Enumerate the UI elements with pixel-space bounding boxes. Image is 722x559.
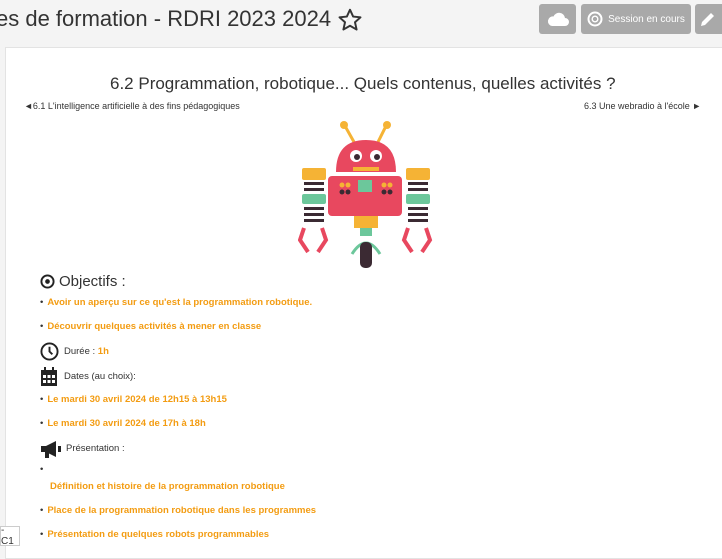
objectif-text: Avoir un aperçu sur ce qu'est la program… (47, 297, 313, 308)
cloud-icon (547, 12, 569, 26)
objectifs-heading-label: Objectifs : (59, 273, 126, 290)
empty-bullet: • (40, 464, 44, 475)
presentation-item: Définition et histoire de la programmati… (50, 481, 285, 492)
robot-illustration (298, 121, 433, 268)
edit-button[interactable] (695, 4, 722, 34)
course-title: es de formation - RDRI 2023 2024 (0, 6, 332, 31)
pencil-icon (701, 13, 714, 26)
corner-tab[interactable]: -C1 (0, 525, 20, 547)
prev-page-link[interactable]: ◄6.1 L'intelligence artificielle à des f… (24, 101, 240, 111)
target-icon (40, 274, 55, 289)
session-label: Session en cours (608, 13, 685, 25)
next-page-link[interactable]: 6.3 Une webradio à l'école ► (584, 101, 701, 111)
session-button[interactable]: Session en cours (581, 4, 691, 34)
objectifs-heading: Objectifs : (40, 273, 126, 290)
date-text: Le mardi 30 avril 2024 de 17h à 18h (47, 418, 206, 429)
date-text: Le mardi 30 avril 2024 de 12h15 à 13h15 (47, 394, 227, 405)
date-item: • Le mardi 30 avril 2024 de 12h15 à 13h15 (40, 394, 227, 405)
presentation-label: Présentation : (66, 443, 125, 454)
duree-value: 1h (97, 346, 109, 357)
date-item: • Le mardi 30 avril 2024 de 17h à 18h (40, 418, 206, 429)
dates-label: Dates (au choix): (64, 371, 136, 382)
session-ring-icon (587, 11, 603, 27)
top-bar: es de formation - RDRI 2023 2024 Session… (0, 0, 722, 44)
presentation-text: Présentation de quelques robots programm… (47, 529, 270, 540)
duree-row: Durée : 1h (64, 346, 109, 357)
megaphone-icon (41, 441, 61, 458)
star-outline-icon[interactable] (337, 7, 363, 33)
objectif-text: Découvrir quelques activités à mener en … (47, 321, 262, 332)
page-title: 6.2 Programmation, robotique... Quels co… (110, 74, 616, 93)
duree-label: Durée : (64, 346, 98, 357)
objectif-item: • Avoir un aperçu sur ce qu'est la progra… (40, 297, 313, 308)
clock-icon (40, 342, 59, 361)
presentation-item: • Présentation de quelques robots program… (40, 529, 270, 540)
calendar-icon (41, 367, 57, 386)
presentation-text: Place de la programmation robotique dans… (47, 505, 317, 516)
objectif-item: • Découvrir quelques activités à mener en… (40, 321, 262, 332)
cloud-button[interactable] (539, 4, 576, 34)
presentation-item: • Place de la programmation robotique dan… (40, 505, 317, 516)
